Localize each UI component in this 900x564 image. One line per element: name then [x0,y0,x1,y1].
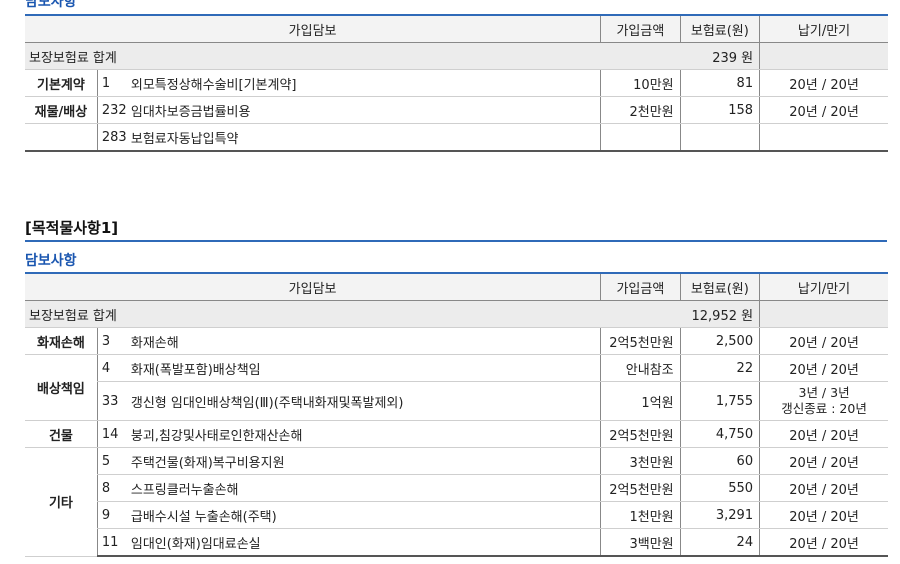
coverage-amount: 10만원 [600,69,681,97]
category-label [25,123,98,152]
header-premium: 보험료(원) [679,14,760,43]
coverage-premium: 81 [679,69,760,97]
coverage-code: 9 [96,501,127,529]
coverage-code: 11 [96,528,127,557]
coverage-code: 5 [96,447,127,475]
coverage-name: 외모특정상해수술비[기본계약] [126,69,601,97]
coverage-premium: 158 [679,96,760,124]
coverage-term: 20년 / 20년 [759,420,888,448]
coverage-table-2: 가입담보 가입금액 보험료(원) 납기/만기 보장보험료 합계 12,952 원… [25,272,888,557]
object-title: [목적물사항1] [25,219,119,237]
header-coverage: 가입담보 [25,14,601,43]
header-term: 납기/만기 [759,272,888,301]
table-row: 33 갱신형 임대인배상책임(Ⅲ)(주택내화재및폭발제외) 1억원 1,755 … [25,381,888,421]
table-row: 9 급배수시설 누출손해(주택) 1천만원 3,291 20년 / 20년 [25,501,888,529]
coverage-term: 20년 / 20년 [759,96,888,124]
coverage-amount: 2억5천만원 [600,327,681,355]
table-row: 8 스프링클러누출손해 2억5천만원 550 20년 / 20년 [25,474,888,502]
coverage-code: 3 [96,327,127,355]
coverage-name: 임대인(화재)임대료손실 [126,528,601,557]
coverage-term [759,123,888,152]
category-label: 배상책임 [25,354,98,421]
coverage-term: 20년 / 20년 [759,447,888,475]
title-divider [25,240,887,242]
coverage-name: 주택건물(화재)복구비용지원 [126,447,601,475]
coverage-code: 283 [96,123,127,152]
coverage-amount: 1천만원 [600,501,681,529]
table-row: 283 보험료자동납입특약 [25,123,888,152]
header-amount: 가입금액 [600,272,681,301]
coverage-table-1: 가입담보 가입금액 보험료(원) 납기/만기 보장보험료 합계 239 원 기본… [25,14,888,152]
coverage-term: 20년 / 20년 [759,354,888,382]
header-premium: 보험료(원) [679,272,760,301]
coverage-premium: 2,500 [679,327,760,355]
coverage-premium [679,123,760,152]
coverage-amount: 2천만원 [600,96,681,124]
coverage-amount: 3백만원 [600,528,681,557]
category-label: 건물 [25,420,98,448]
coverage-code: 232 [96,96,127,124]
coverage-premium: 3,291 [679,501,760,529]
coverage-code: 4 [96,354,127,382]
table-row: 화재손해 3 화재손해 2억5천만원 2,500 20년 / 20년 [25,327,888,355]
coverage-amount: 안내참조 [600,354,681,382]
total-value: 12,952 원 [600,300,760,328]
category-label: 기타 [25,447,98,557]
section-title: 담보사항 [25,253,77,269]
coverage-name: 급배수시설 누출손해(주택) [126,501,601,529]
category-label: 화재손해 [25,327,98,355]
coverage-amount [600,123,681,152]
coverage-premium: 60 [679,447,760,475]
coverage-amount: 1억원 [600,381,681,421]
header-coverage: 가입담보 [25,272,601,301]
coverage-premium: 550 [679,474,760,502]
coverage-term: 3년 / 3년 갱신종료 : 20년 [759,381,888,421]
coverage-code: 8 [96,474,127,502]
term-line: 3년 / 3년 [798,385,850,400]
coverage-amount: 2억5천만원 [600,474,681,502]
section-title-partial: 담보사항 [25,0,77,10]
coverage-premium: 24 [679,528,760,557]
coverage-premium: 4,750 [679,420,760,448]
coverage-term: 20년 / 20년 [759,327,888,355]
table-row: 11 임대인(화재)임대료손실 3백만원 24 20년 / 20년 [25,528,888,557]
coverage-premium: 1,755 [679,381,760,421]
renewal-end-line: 갱신종료 : 20년 [781,401,867,416]
coverage-name: 화재손해 [126,327,601,355]
coverage-name: 화재(폭발포함)배상책임 [126,354,601,382]
header-term: 납기/만기 [759,14,888,43]
coverage-term: 20년 / 20년 [759,528,888,557]
coverage-amount: 3천만원 [600,447,681,475]
coverage-code: 14 [96,420,127,448]
coverage-term: 20년 / 20년 [759,501,888,529]
total-label: 보장보험료 합계 [25,42,601,70]
category-label: 재물/배상 [25,96,98,124]
category-label: 기본계약 [25,69,98,97]
coverage-name: 갱신형 임대인배상책임(Ⅲ)(주택내화재및폭발제외) [126,381,601,421]
coverage-amount: 2억5천만원 [600,420,681,448]
coverage-code: 33 [96,381,127,421]
coverage-name: 보험료자동납입특약 [126,123,601,152]
coverage-term: 20년 / 20년 [759,474,888,502]
coverage-premium: 22 [679,354,760,382]
coverage-name: 스프링클러누출손해 [126,474,601,502]
total-value: 239 원 [600,42,760,70]
coverage-name: 붕괴,침강및사태로인한재산손해 [126,420,601,448]
coverage-name: 임대차보증금법률비용 [126,96,601,124]
table-row: 건물 14 붕괴,침강및사태로인한재산손해 2억5천만원 4,750 20년 /… [25,420,888,448]
table-row: 기본계약 1 외모특정상해수술비[기본계약] 10만원 81 20년 / 20년 [25,69,888,97]
coverage-term: 20년 / 20년 [759,69,888,97]
table-row: 배상책임 4 화재(폭발포함)배상책임 안내참조 22 20년 / 20년 [25,354,888,421]
header-amount: 가입금액 [600,14,681,43]
table-row: 기타 5 주택건물(화재)복구비용지원 3천만원 60 20년 / 20년 [25,447,888,557]
table-row: 재물/배상 232 임대차보증금법률비용 2천만원 158 20년 / 20년 [25,96,888,124]
total-label: 보장보험료 합계 [25,300,601,328]
coverage-code: 1 [96,69,127,97]
